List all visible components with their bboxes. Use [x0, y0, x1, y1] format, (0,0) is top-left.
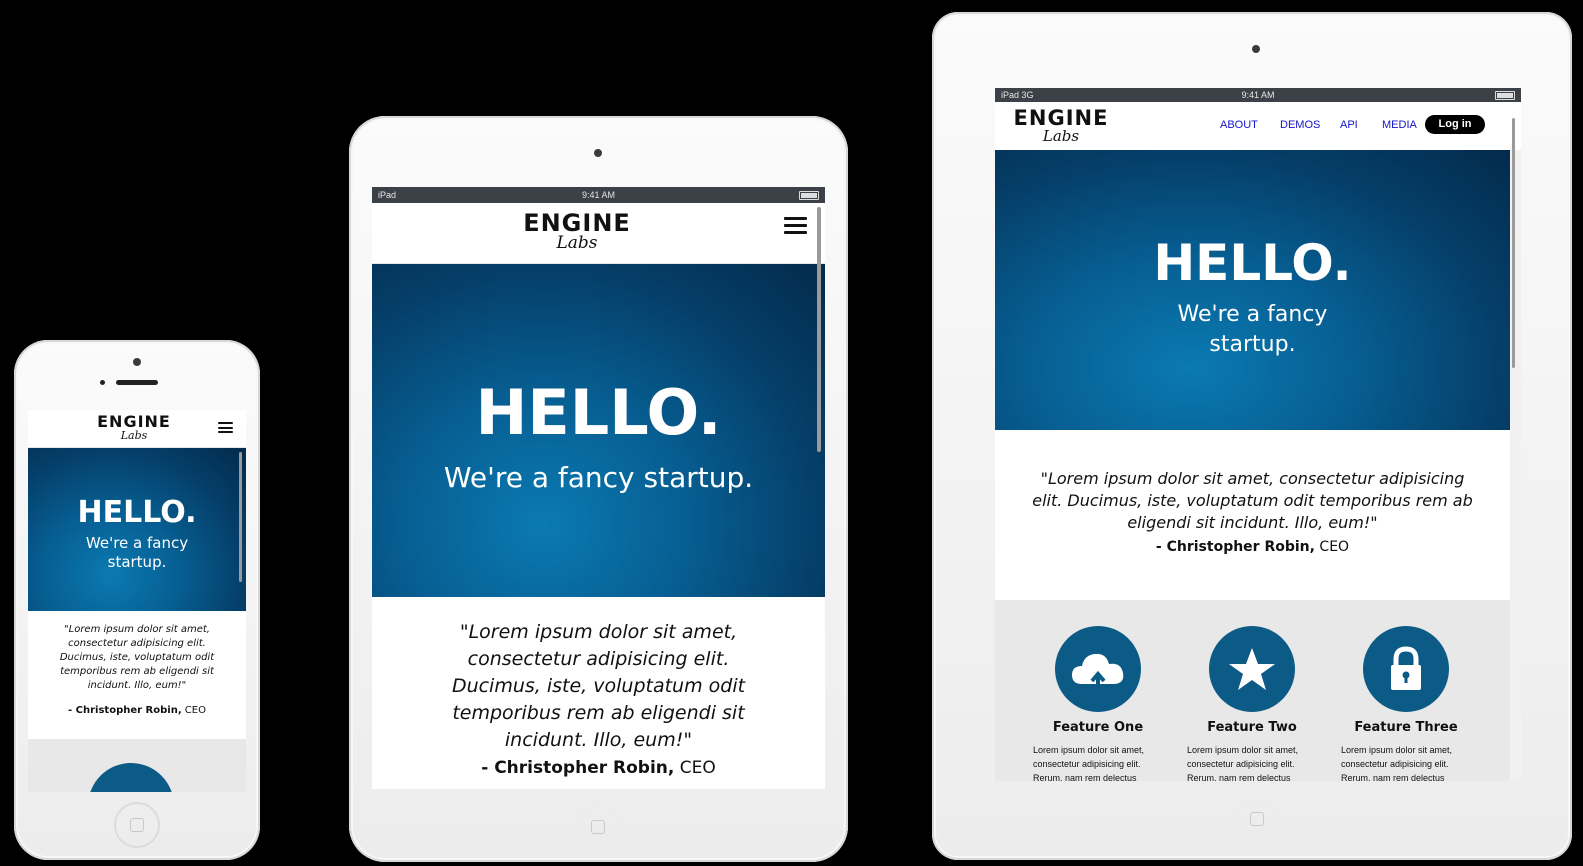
- menu-icon[interactable]: [218, 422, 233, 433]
- sensor-dot: [100, 380, 105, 385]
- features-section: [28, 739, 246, 792]
- testimonial-role: CEO: [674, 758, 716, 778]
- site-logo[interactable]: ENGINE Labs: [84, 414, 184, 442]
- feature-one: Feature One Lorem ipsum dolor sit amet, …: [1033, 626, 1163, 781]
- feature-circle-partial: [88, 763, 174, 792]
- feature-desc: Lorem ipsum dolor sit amet, consectetur …: [1341, 745, 1453, 781]
- ipad-mini-device: iPad 9:41 AM ENGINE Labs HELLO. We're a …: [349, 116, 848, 862]
- iphone-device: ENGINE Labs HELLO. We're a fancy startup…: [14, 340, 260, 860]
- status-bar: iPad 9:41 AM: [372, 187, 825, 203]
- testimonial-author: - Christopher Robin,: [1155, 539, 1315, 555]
- site-header: ENGINE Labs: [28, 410, 246, 448]
- testimonial-author-line: - Christopher Robin, CEO: [56, 705, 218, 716]
- nav-demos[interactable]: DEMOS: [1280, 119, 1320, 131]
- carrier-label: iPad 3G: [1001, 90, 1034, 100]
- scrollbar[interactable]: [817, 207, 821, 452]
- testimonial-quote: "Lorem ipsum dolor sit amet, consectetur…: [1032, 469, 1473, 532]
- testimonial: "Lorem ipsum dolor sit amet, consectetur…: [372, 619, 825, 778]
- lock-icon: [1363, 626, 1449, 712]
- login-button[interactable]: Log in: [1425, 115, 1485, 134]
- feature-title: Feature One: [1052, 720, 1144, 735]
- front-camera: [1252, 45, 1260, 53]
- site-logo[interactable]: ENGINE Labs: [522, 211, 632, 252]
- scrollbar[interactable]: [1512, 118, 1515, 368]
- battery-icon: [799, 190, 819, 200]
- star-icon: [1209, 626, 1295, 712]
- testimonial-author: - Christopher Robin,: [481, 758, 675, 778]
- ipad-screen: iPad 3G 9:41 AM ENGINE Labs ABOUT DEMOS …: [995, 88, 1521, 781]
- testimonial-author-line: - Christopher Robin, CEO: [422, 758, 775, 778]
- hero-title: HELLO.: [475, 376, 722, 449]
- speaker-grille: [116, 380, 158, 385]
- testimonial: "Lorem ipsum dolor sit amet, consectetur…: [28, 623, 246, 716]
- testimonial-quote: "Lorem ipsum dolor sit amet, consectetur…: [451, 621, 746, 751]
- iphone-screen: ENGINE Labs HELLO. We're a fancy startup…: [28, 410, 246, 792]
- front-camera: [594, 149, 602, 157]
- nav-media[interactable]: MEDIA: [1382, 119, 1417, 131]
- hero-banner: HELLO. We're a fancy startup.: [28, 448, 246, 611]
- scrollbar[interactable]: [239, 452, 242, 582]
- nav-about[interactable]: ABOUT: [1220, 119, 1258, 131]
- battery-icon: [1495, 90, 1515, 100]
- feature-title: Feature Three: [1354, 720, 1458, 735]
- status-bar: iPad 3G 9:41 AM: [995, 88, 1521, 102]
- feature-three: Feature Three Lorem ipsum dolor sit amet…: [1341, 626, 1471, 781]
- hero-tagline: We're a fancy startup.: [1177, 302, 1328, 357]
- carrier-label: iPad: [378, 190, 397, 200]
- testimonial-role: CEO: [181, 705, 206, 716]
- feature-two: Feature Two Lorem ipsum dolor sit amet, …: [1187, 626, 1317, 781]
- hero-title: HELLO.: [1153, 234, 1352, 292]
- hero-banner: HELLO. We're a fancy startup.: [995, 150, 1510, 430]
- testimonial-author: - Christopher Robin,: [68, 705, 182, 716]
- testimonial: "Lorem ipsum dolor sit amet, consectetur…: [995, 468, 1510, 555]
- site-logo[interactable]: ENGINE Labs: [1013, 108, 1109, 144]
- menu-icon[interactable]: [784, 217, 807, 234]
- nav-api[interactable]: API: [1340, 119, 1358, 131]
- ipad-mini-screen: iPad 9:41 AM ENGINE Labs HELLO. We're a …: [372, 187, 825, 789]
- testimonial-author-line: - Christopher Robin, CEO: [1029, 539, 1476, 555]
- home-button[interactable]: [1237, 799, 1277, 839]
- clock: 9:41 AM: [581, 190, 616, 200]
- testimonial-quote: "Lorem ipsum dolor sit amet, consectetur…: [59, 624, 215, 691]
- home-button[interactable]: [114, 802, 160, 848]
- features-section: Feature One Lorem ipsum dolor sit amet, …: [995, 600, 1510, 781]
- testimonial-section: "Lorem ipsum dolor sit amet, consectetur…: [995, 430, 1510, 600]
- front-camera: [133, 358, 141, 366]
- feature-desc: Lorem ipsum dolor sit amet, consectetur …: [1187, 745, 1299, 781]
- hero-tagline: We're a fancy startup.: [443, 461, 754, 494]
- feature-desc: Lorem ipsum dolor sit amet, consectetur …: [1033, 745, 1145, 781]
- home-button[interactable]: [577, 806, 619, 848]
- hero-title: HELLO.: [77, 495, 197, 530]
- hero-tagline: We're a fancy startup.: [85, 534, 189, 571]
- hero-banner: HELLO. We're a fancy startup.: [372, 264, 825, 597]
- cloud-upload-icon: [1055, 626, 1141, 712]
- site-header: ENGINE Labs: [372, 203, 825, 264]
- feature-title: Feature Two: [1207, 720, 1297, 735]
- site-header: ENGINE Labs ABOUT DEMOS API MEDIA Log in: [995, 102, 1521, 150]
- testimonial-role: CEO: [1314, 539, 1350, 555]
- ipad-device: iPad 3G 9:41 AM ENGINE Labs ABOUT DEMOS …: [932, 12, 1572, 860]
- clock: 9:41 AM: [1241, 90, 1275, 100]
